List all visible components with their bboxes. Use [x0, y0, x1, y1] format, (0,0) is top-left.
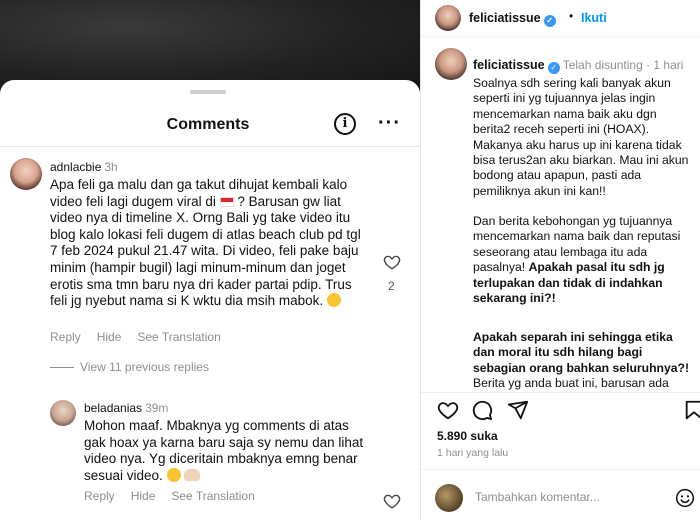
username-text[interactable]: feliciatissue	[469, 11, 541, 25]
verified-icon: ✓	[543, 15, 556, 27]
username-text[interactable]: beladanias	[84, 401, 142, 415]
see-translation-button[interactable]: See Translation	[171, 489, 254, 503]
caption-bold-text: Apakah separah ini sehingga etika dan mo…	[473, 330, 690, 375]
comment-text: Mohon maaf. Mbaknya yg comments di atas …	[84, 418, 374, 484]
avatar[interactable]	[435, 48, 467, 80]
info-icon[interactable]: i	[334, 113, 356, 135]
sheet-grabber[interactable]	[190, 90, 226, 94]
share-icon[interactable]	[507, 399, 529, 421]
action-bar: 5.890 suka 1 hari yang lalu	[421, 392, 700, 520]
comment-actions: Reply Hide See Translation	[50, 330, 237, 344]
add-comment-input[interactable]	[475, 490, 655, 504]
heart-icon[interactable]	[383, 492, 401, 510]
video-background	[0, 0, 420, 90]
divider	[50, 367, 74, 369]
comment-text: Apa feli ga malu dan ga takut dihujat ke…	[50, 177, 368, 310]
comment-time: 3h	[104, 160, 118, 174]
smile-emoji-icon	[166, 467, 181, 482]
reply-button[interactable]: Reply	[50, 330, 81, 344]
heart-icon[interactable]	[383, 253, 401, 271]
like-icon[interactable]	[437, 399, 459, 421]
emoji-icon[interactable]	[675, 488, 695, 508]
reply-button[interactable]: Reply	[84, 489, 115, 503]
caption-text: Berita yg anda buat ini, barusan ada	[473, 376, 669, 391]
comments-sheet: Comments i ··· adnlacbie 3h Apa feli ga m…	[0, 80, 420, 520]
more-icon[interactable]: ···	[378, 112, 401, 135]
view-previous-label: View 11 previous replies	[80, 360, 209, 374]
like-count: 2	[388, 279, 395, 293]
avatar[interactable]	[50, 400, 76, 426]
caption-header: feliciatissue ✓ Telah disunting · 1 hari	[473, 58, 683, 74]
comment-username[interactable]: adnlacbie 3h	[50, 160, 118, 174]
likes-count[interactable]: 5.890 suka	[437, 429, 498, 443]
comment-time: 39m	[145, 401, 169, 415]
post-header: feliciatissue ✓ • Ikuti	[421, 0, 700, 37]
comment-username[interactable]: beladanias 39m	[84, 401, 168, 415]
save-icon[interactable]	[683, 399, 700, 421]
add-comment-bar	[421, 469, 700, 520]
divider	[0, 146, 420, 147]
caption-paragraph: Soalnya sdh sering kali banyak akun sepe…	[473, 76, 689, 198]
comment-text-part: ? Barusan gw liat video nya di timeline …	[50, 193, 361, 309]
comment-actions: Reply Hide See Translation	[84, 489, 271, 503]
caption-paragraph: Dan berita kebohongan yg tujuannya mence…	[473, 214, 695, 306]
comments-screenshot: Comments i ··· adnlacbie 3h Apa feli ga m…	[0, 0, 420, 520]
username-text[interactable]: adnlacbie	[50, 160, 101, 174]
see-translation-button[interactable]: See Translation	[137, 330, 220, 344]
comment-icon[interactable]	[471, 399, 493, 421]
comment-text-part: Mohon maaf. Mbaknya yg comments di atas …	[84, 418, 364, 483]
post-username[interactable]: feliciatissue ✓	[469, 11, 556, 27]
caption-username[interactable]: feliciatissue	[473, 58, 545, 72]
verified-icon: ✓	[547, 62, 560, 74]
pray-emoji-icon	[184, 468, 201, 481]
grin-emoji-icon	[326, 293, 341, 308]
flag-indonesia-icon	[219, 196, 234, 207]
avatar[interactable]	[435, 5, 461, 31]
hide-button[interactable]: Hide	[97, 330, 122, 344]
avatar	[435, 484, 463, 512]
posted-time: 1 hari yang lalu	[437, 447, 509, 459]
avatar[interactable]	[10, 158, 42, 190]
caption-paragraph: Apakah separah ini sehingga etika dan mo…	[473, 330, 695, 392]
separator-dot: •	[569, 9, 574, 23]
hide-button[interactable]: Hide	[131, 489, 156, 503]
post-panel: feliciatissue ✓ • Ikuti feliciatissue ✓ Te…	[420, 0, 700, 520]
follow-button[interactable]: Ikuti	[581, 11, 607, 25]
view-previous-replies-button[interactable]: View 11 previous replies	[50, 360, 209, 374]
caption-meta: Telah disunting · 1 hari	[562, 58, 684, 72]
